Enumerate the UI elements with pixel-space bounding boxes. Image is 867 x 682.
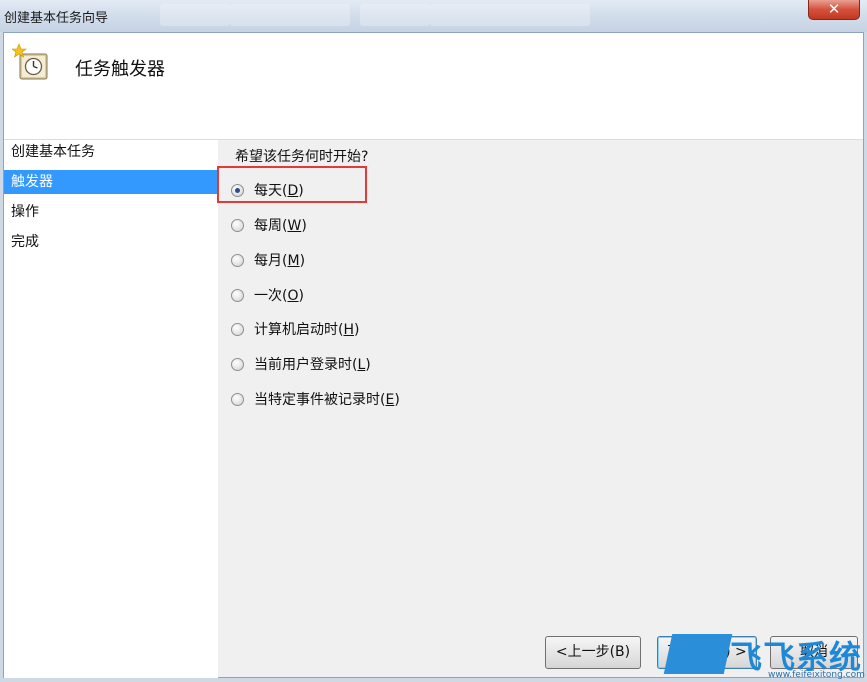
wizard-window: 任务触发器 创建基本任务 触发器 操作 完成 希望该任务何时开始? 每天(D) … xyxy=(3,32,864,678)
watermark-url: www.feifeixitong.com xyxy=(768,670,865,680)
option-suffix: ) xyxy=(394,392,400,408)
nav-step-trigger[interactable]: 触发器 xyxy=(4,170,218,194)
title-bar: 创建基本任务向导 ✕ xyxy=(0,0,867,32)
close-icon: ✕ xyxy=(827,0,841,18)
site-watermark: 飞飞系统 www.feifeixitong.com xyxy=(660,632,867,682)
option-access-key: H xyxy=(343,322,354,338)
radio-button[interactable] xyxy=(231,288,244,302)
title-bar-blur xyxy=(230,4,350,26)
radio-button[interactable] xyxy=(231,322,244,336)
option-at-startup[interactable]: 计算机启动时(H) xyxy=(231,318,359,340)
option-monthly[interactable]: 每月(M) xyxy=(231,249,305,271)
option-label: 计算机启动时(H) xyxy=(254,319,359,339)
option-at-logon[interactable]: 当前用户登录时(L) xyxy=(231,353,371,375)
option-on-event[interactable]: 当特定事件被记录时(E) xyxy=(231,388,400,410)
option-suffix: ) xyxy=(354,322,360,338)
page-title: 任务触发器 xyxy=(75,59,165,80)
option-suffix: ) xyxy=(298,288,304,304)
title-bar-blur xyxy=(160,4,230,26)
nav-step-create-basic-task[interactable]: 创建基本任务 xyxy=(4,140,218,164)
option-text: 一次( xyxy=(254,288,288,304)
option-text: 当特定事件被记录时( xyxy=(254,392,386,408)
option-text: 每月( xyxy=(254,253,288,269)
option-text: 当前用户登录时( xyxy=(254,357,358,373)
option-label: 每周(W) xyxy=(254,215,307,235)
option-suffix: ) xyxy=(365,357,371,373)
radio-button[interactable] xyxy=(231,218,244,232)
window-title: 创建基本任务向导 xyxy=(4,11,109,26)
trigger-question: 希望该任务何时开始? xyxy=(235,149,369,165)
highlight-annotation-box xyxy=(217,166,367,203)
option-weekly[interactable]: 每周(W) xyxy=(231,214,307,236)
option-access-key: W xyxy=(287,218,302,234)
option-suffix: ) xyxy=(301,218,307,234)
radio-button[interactable] xyxy=(231,357,244,371)
option-access-key: O xyxy=(287,288,299,304)
close-button[interactable]: ✕ xyxy=(808,0,860,20)
option-text: 计算机启动时( xyxy=(254,322,344,338)
option-suffix: ) xyxy=(299,253,306,269)
option-once[interactable]: 一次(O) xyxy=(231,284,304,306)
wizard-step-list: 创建基本任务 触发器 操作 完成 xyxy=(4,140,218,678)
radio-button[interactable] xyxy=(231,253,244,267)
option-label: 当特定事件被记录时(E) xyxy=(254,389,400,409)
nav-step-finish[interactable]: 完成 xyxy=(4,230,218,254)
title-bar-blur xyxy=(430,4,590,26)
option-label: 每月(M) xyxy=(254,250,305,270)
option-label: 当前用户登录时(L) xyxy=(254,354,371,374)
option-text: 每周( xyxy=(254,218,288,234)
option-access-key: M xyxy=(287,253,300,269)
title-bar-blur xyxy=(360,4,430,26)
nav-step-action[interactable]: 操作 xyxy=(4,200,218,224)
watermark-logo-icon xyxy=(663,634,733,674)
option-label: 一次(O) xyxy=(254,285,304,305)
option-access-key: E xyxy=(385,392,395,408)
wizard-header: 任务触发器 xyxy=(4,33,863,140)
clock-wizard-icon xyxy=(12,43,48,80)
back-button[interactable]: <上一步(B) xyxy=(545,636,641,669)
radio-button[interactable] xyxy=(231,392,244,406)
